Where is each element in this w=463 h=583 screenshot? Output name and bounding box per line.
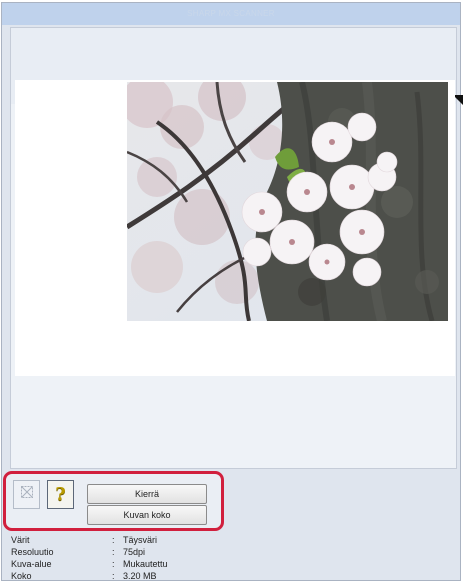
window-title: SHARP MX SCANNER — [2, 3, 460, 25]
rotate-button[interactable]: Kierrä — [87, 484, 207, 504]
info-label: Kuva-alue — [11, 559, 52, 569]
info-value: Täysväri — [123, 535, 158, 545]
preview-image[interactable] — [127, 82, 448, 321]
info-label: Resoluutio — [11, 547, 54, 557]
preview-canvas[interactable] — [15, 80, 455, 376]
info-separator: : — [112, 547, 115, 557]
image-size-button[interactable]: Kuvan koko — [87, 505, 207, 525]
info-separator: : — [112, 571, 115, 581]
scan-area-icon — [20, 485, 34, 504]
info-value: 3.20 MB — [123, 571, 157, 581]
info-label: Koko — [11, 571, 32, 581]
help-icon: ? — [55, 484, 66, 505]
info-separator: : — [112, 559, 115, 569]
info-value: Mukautettu — [123, 559, 168, 569]
scan-area-button[interactable] — [13, 480, 40, 509]
info-separator: : — [112, 535, 115, 545]
info-value: 75dpi — [123, 547, 146, 557]
help-button[interactable]: ? — [47, 480, 74, 509]
info-label: Värit — [11, 535, 30, 545]
